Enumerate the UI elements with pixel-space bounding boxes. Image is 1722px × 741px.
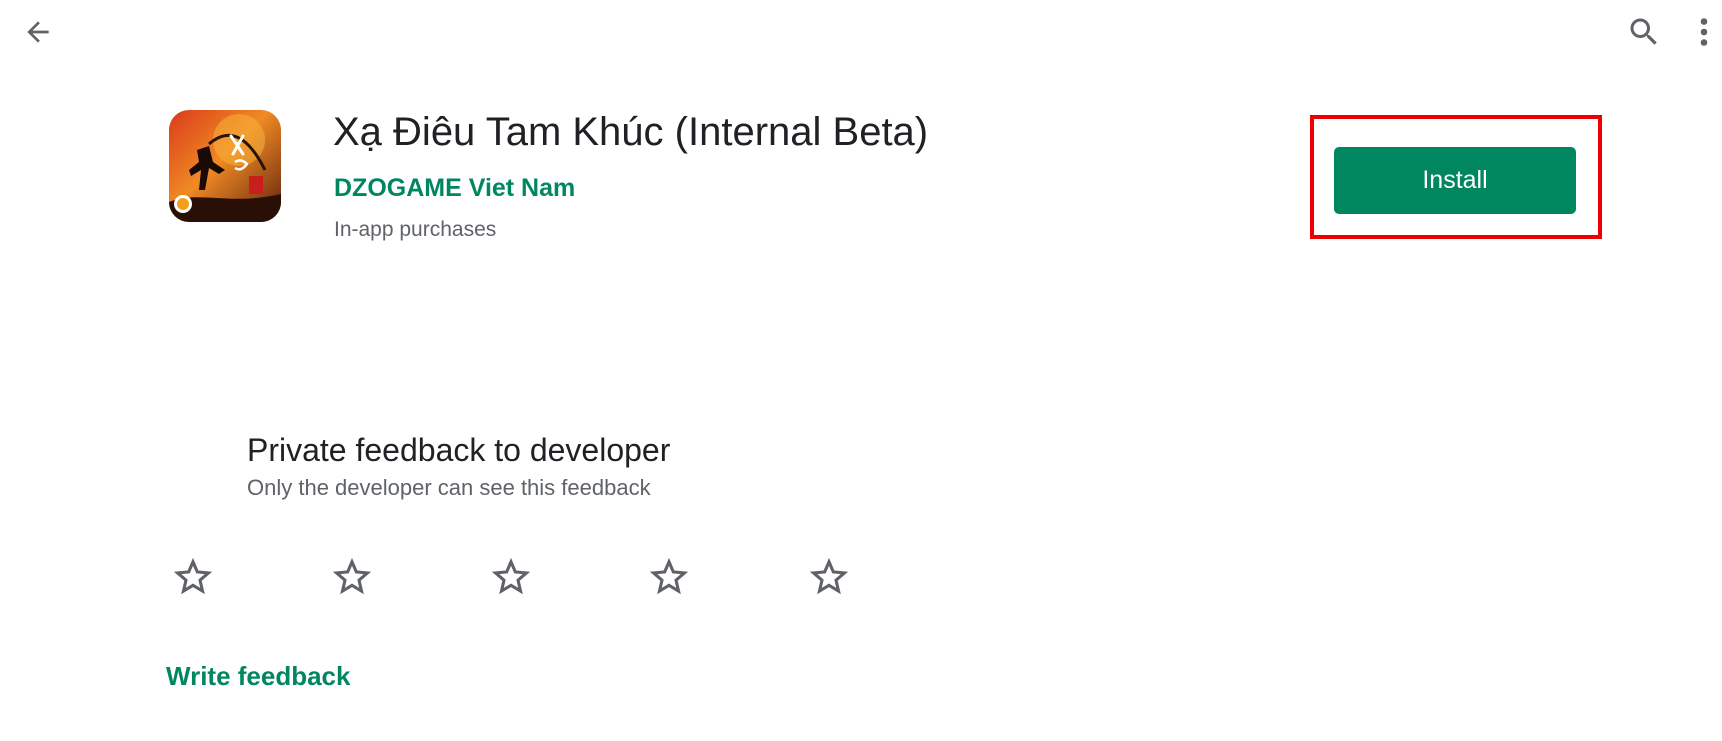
back-button[interactable] xyxy=(14,10,62,58)
install-button[interactable]: Install xyxy=(1334,147,1576,214)
star-outline-icon xyxy=(806,554,852,605)
star-outline-icon xyxy=(170,554,216,605)
rating-star-3[interactable] xyxy=(482,550,540,608)
app-icon xyxy=(169,110,281,222)
rating-star-2[interactable] xyxy=(323,550,381,608)
star-outline-icon xyxy=(488,554,534,605)
rating-star-4[interactable] xyxy=(640,550,698,608)
rating-star-1[interactable] xyxy=(164,550,222,608)
developer-link[interactable]: DZOGAME Viet Nam xyxy=(334,172,575,204)
rating-star-5[interactable] xyxy=(800,550,858,608)
star-outline-icon xyxy=(646,554,692,605)
in-app-purchases-label: In-app purchases xyxy=(334,218,497,241)
star-outline-icon xyxy=(329,554,375,605)
write-feedback-link[interactable]: Write feedback xyxy=(166,659,350,693)
search-button[interactable] xyxy=(1620,10,1668,58)
feedback-title: Private feedback to developer xyxy=(247,432,671,468)
arrow-back-icon xyxy=(22,16,54,53)
more-vert-icon xyxy=(1694,14,1714,55)
search-icon xyxy=(1626,14,1662,55)
feedback-subtitle: Only the developer can see this feedback xyxy=(247,475,651,500)
app-title: Xạ Điêu Tam Khúc (Internal Beta) xyxy=(333,110,929,154)
more-options-button[interactable] xyxy=(1694,10,1722,58)
